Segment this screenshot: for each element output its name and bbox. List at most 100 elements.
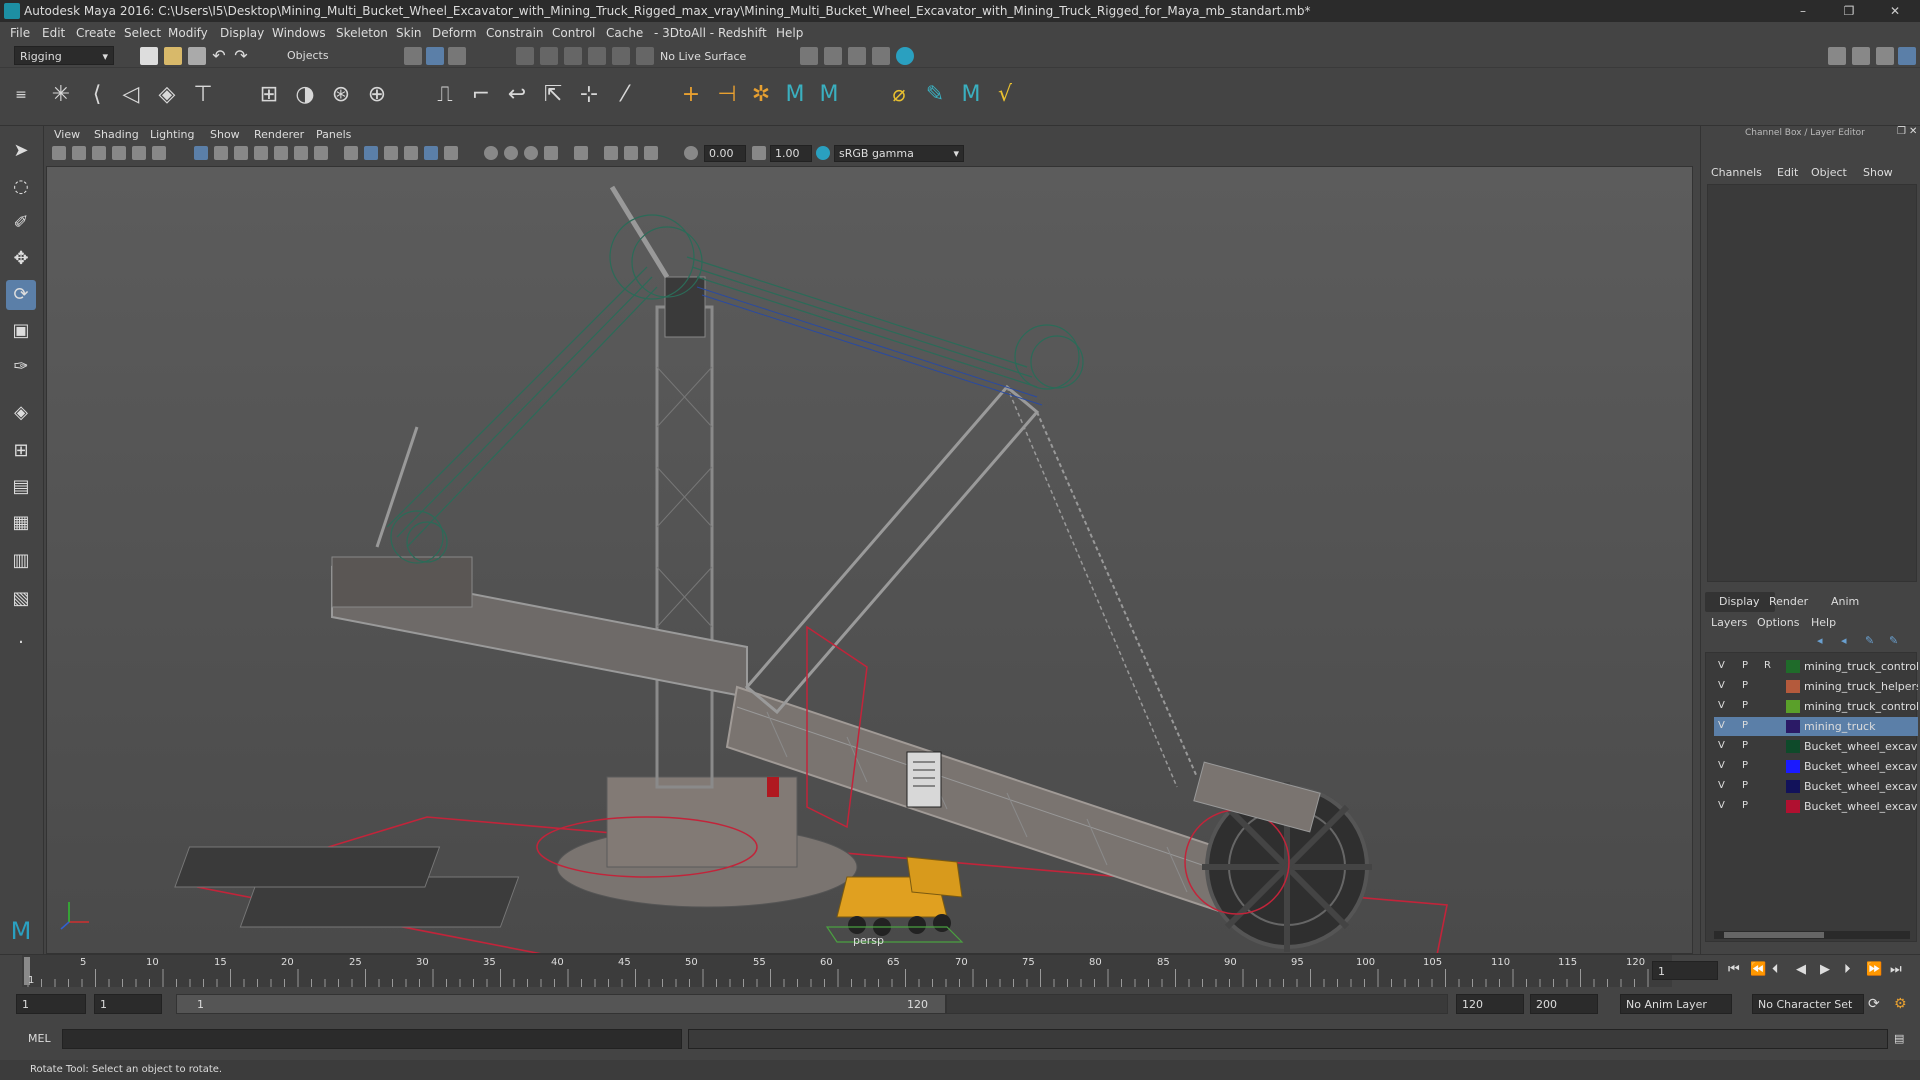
menu-constrain[interactable]: Constrain [486,26,544,40]
joint-tool-icon[interactable]: ✳ [46,80,76,110]
go-to-start-icon[interactable]: ⏮ [1728,962,1740,977]
snap-curve-icon[interactable] [540,47,558,65]
pole-vector-icon[interactable]: ⁄ [610,80,640,110]
layer-color-swatch[interactable] [1786,700,1800,713]
layer-color-swatch[interactable] [1786,760,1800,773]
lights-icon[interactable] [444,146,458,160]
maximize-button[interactable]: ❐ [1826,0,1872,22]
play-forwards-icon[interactable]: ▶ [1820,962,1830,977]
move-tool-icon[interactable]: ✥ [6,244,36,274]
ik-spline-icon[interactable]: ◁ [116,80,146,110]
mash-repro-icon[interactable]: M [956,80,986,110]
field-chart-icon[interactable] [274,146,288,160]
grease-pencil-icon[interactable] [152,146,166,160]
save-scene-icon[interactable] [188,47,206,65]
le-menu-help[interactable]: Help [1811,616,1836,629]
snap-grid-icon[interactable] [516,47,534,65]
image-plane-icon[interactable] [112,146,126,160]
layer-playback-toggle[interactable]: P [1742,740,1748,751]
character-set-dropdown[interactable]: No Character Set [1752,994,1864,1014]
xray-joints-icon[interactable] [604,146,618,160]
layer-row[interactable]: V P Bucket_wheel_excavator [1714,777,1918,796]
four-view-layout-icon[interactable]: ⊞ [6,436,36,466]
scrollbar-thumb[interactable] [1724,932,1824,938]
selection-mode-dropdown[interactable]: Objects [282,46,378,65]
single-perspective-layout-icon[interactable]: ◈ [6,398,36,428]
cb-menu-channels[interactable]: Channels [1711,166,1762,179]
layer-reference-toggle[interactable]: R [1764,660,1771,671]
layer-visibility-toggle[interactable]: V [1718,780,1725,791]
step-back-key-icon[interactable]: ⏴ [1772,962,1779,977]
scale-tool-icon[interactable]: ▣ [6,316,36,346]
select-by-object-icon[interactable] [426,47,444,65]
exposure-field[interactable]: 0.00 [704,145,746,162]
maya-home-icon[interactable]: M [6,916,36,946]
orient-constraint-icon[interactable]: ↩ [502,80,532,110]
safe-title-icon[interactable] [314,146,328,160]
menu-file[interactable]: File [10,26,30,40]
layer-playback-toggle[interactable]: P [1742,660,1748,671]
layer-row[interactable]: V P Bucket_wheel_excavator [1714,737,1918,756]
wireframe-icon[interactable] [344,146,358,160]
redo-icon[interactable]: ↷ [232,47,250,65]
close-panel-icon[interactable]: ✕ [1909,126,1917,137]
aim-constraint-icon[interactable]: ⊹ [574,80,604,110]
menu-windows[interactable]: Windows [272,26,326,40]
auto-key-icon[interactable]: ⟳ [1868,996,1880,1012]
menu-select[interactable]: Select [124,26,161,40]
menu-redshift[interactable]: Redshift [718,26,767,40]
wireframe-on-shaded-icon[interactable] [384,146,398,160]
time-slider[interactable]: 1 5 10 15 20 25 30 35 40 45 50 55 60 65 … [0,954,1920,987]
layer-color-swatch[interactable] [1786,800,1800,813]
mash-icon[interactable]: M [780,80,810,110]
resolution-gate-icon[interactable] [234,146,248,160]
panel-menu-show[interactable]: Show [210,128,240,141]
layer-visibility-toggle[interactable]: V [1718,740,1725,751]
select-by-hierarchy-icon[interactable] [404,47,422,65]
render-frame-icon[interactable] [824,47,842,65]
attribute-editor-icon[interactable] [1852,47,1870,65]
sculpt-icon[interactable]: ✎ [920,80,950,110]
panel-menu-renderer[interactable]: Renderer [254,128,304,141]
panel-menu-panels[interactable]: Panels [316,128,351,141]
xray-components-icon[interactable] [624,146,638,160]
select-by-component-icon[interactable] [448,47,466,65]
graph-layout-icon[interactable]: ▦ [6,508,36,538]
color-management-icon[interactable] [816,146,830,160]
render-view-icon[interactable] [800,47,818,65]
float-panel-icon[interactable]: ❐ [1897,126,1906,137]
menu-edit[interactable]: Edit [42,26,65,40]
layer-color-swatch[interactable] [1786,720,1800,733]
isolate-select-icon[interactable] [574,146,588,160]
menu-display[interactable]: Display [220,26,264,40]
layer-row[interactable]: V P Bucket_wheel_excavator [1714,797,1918,816]
layer-visibility-toggle[interactable]: V [1718,720,1725,731]
move-layer-up-icon[interactable]: ◂ [1817,634,1823,647]
close-button[interactable]: ✕ [1872,0,1918,22]
parent-constraint-icon[interactable]: ⎍ [430,80,460,110]
orient-joint-icon[interactable]: ⊤ [188,80,218,110]
play-backwards-icon[interactable]: ◀ [1796,962,1806,977]
layer-playback-toggle[interactable]: P [1742,700,1748,711]
safe-action-icon[interactable] [294,146,308,160]
layer-visibility-toggle[interactable]: V [1718,660,1725,671]
layer-row[interactable]: V P mining_truck_helpers [1714,677,1918,696]
gamma-icon[interactable] [752,146,766,160]
bind-skin-icon[interactable]: ⊞ [254,80,284,110]
channel-box-area[interactable] [1707,184,1917,582]
layer-color-swatch[interactable] [1786,740,1800,753]
shelf-check-icon[interactable]: √ [990,80,1020,110]
gate-mask-icon[interactable] [254,146,268,160]
layer-playback-toggle[interactable]: P [1742,680,1748,691]
layer-row[interactable]: V P mining_truck_controllers [1714,697,1918,716]
animation-preferences-icon[interactable]: ⚙ [1894,996,1907,1012]
menu-skin[interactable]: Skin [396,26,422,40]
interactive-bind-icon[interactable]: ◑ [290,80,320,110]
script-editor-icon[interactable]: ▤ [1894,1032,1904,1045]
le-menu-options[interactable]: Options [1757,616,1799,629]
grid-toggle-icon[interactable] [194,146,208,160]
motion-blur-icon[interactable] [524,146,538,160]
layer-playback-toggle[interactable]: P [1742,720,1748,731]
layer-playback-toggle[interactable]: P [1742,800,1748,811]
skeleton-icon[interactable]: ✲ [746,80,776,110]
